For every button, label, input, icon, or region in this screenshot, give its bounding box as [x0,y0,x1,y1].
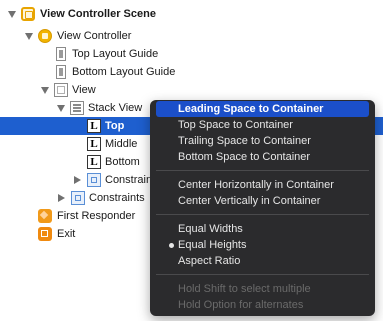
stack-view-label: Stack View [88,102,143,114]
first-responder-icon [38,209,52,223]
constraints-outer-label: Constraints [89,192,145,204]
disclosure-triangle-icon[interactable] [57,105,65,112]
menu-item-equal-heights[interactable]: Equal Heights [156,237,369,253]
tree-row-bottom-layout-guide[interactable]: Bottom Layout Guide [0,63,383,81]
menu-item-trailing-space[interactable]: Trailing Space to Container [156,133,369,149]
menu-separator [156,170,369,171]
layout-guide-icon [56,47,66,61]
label-bottom-label: Bottom [105,156,140,168]
menu-item-leading-space[interactable]: Leading Space to Container [156,101,369,117]
first-responder-label: First Responder [57,210,136,222]
tree-row-view-controller[interactable]: View Controller [0,27,383,45]
menu-item-aspect-ratio[interactable]: Aspect Ratio [156,253,369,269]
layout-guide-icon [56,65,66,79]
label-icon: L [87,119,101,133]
menu-separator [156,214,369,215]
menu-item-center-horizontally[interactable]: Center Horizontally in Container [156,177,369,193]
constraints-icon [87,173,101,187]
menu-hint-shift: Hold Shift to select multiple [178,283,311,295]
tree-row-scene[interactable]: View Controller Scene [0,5,383,23]
scene-icon [21,7,35,21]
disclosure-triangle-icon[interactable] [74,176,81,184]
disclosure-triangle-icon[interactable] [8,11,16,18]
constraints-context-menu: Leading Space to Container Top Space to … [150,100,375,316]
constraints-icon [71,191,85,205]
menu-item-bottom-space[interactable]: Bottom Space to Container [156,149,369,165]
label-top-label: Top [105,120,125,132]
menu-separator [156,274,369,275]
label-middle-label: Middle [105,138,138,150]
bottom-layout-guide-label: Bottom Layout Guide [72,66,176,78]
view-icon [54,83,68,97]
scene-label: View Controller Scene [40,8,156,20]
menu-item-top-space[interactable]: Top Space to Container [156,117,369,133]
label-icon: L [87,155,101,169]
tree-row-top-layout-guide[interactable]: Top Layout Guide [0,45,383,63]
exit-icon [38,227,52,241]
checkmark-dot-icon [169,243,174,248]
menu-item-equal-heights-label: Equal Heights [178,239,247,251]
stack-view-icon [70,101,84,115]
disclosure-triangle-icon[interactable] [41,87,49,94]
label-icon: L [87,137,101,151]
view-label: View [72,84,96,96]
menu-hint-option: Hold Option for alternates [178,299,304,311]
disclosure-triangle-icon[interactable] [25,33,33,40]
tree-row-view[interactable]: View [0,81,383,99]
top-layout-guide-label: Top Layout Guide [72,48,159,60]
menu-item-equal-widths[interactable]: Equal Widths [156,221,369,237]
disclosure-triangle-icon[interactable] [58,194,65,202]
view-controller-icon [38,29,52,43]
view-controller-label: View Controller [57,30,132,42]
exit-label: Exit [57,228,76,240]
menu-item-center-vertically[interactable]: Center Vertically in Container [156,193,369,209]
